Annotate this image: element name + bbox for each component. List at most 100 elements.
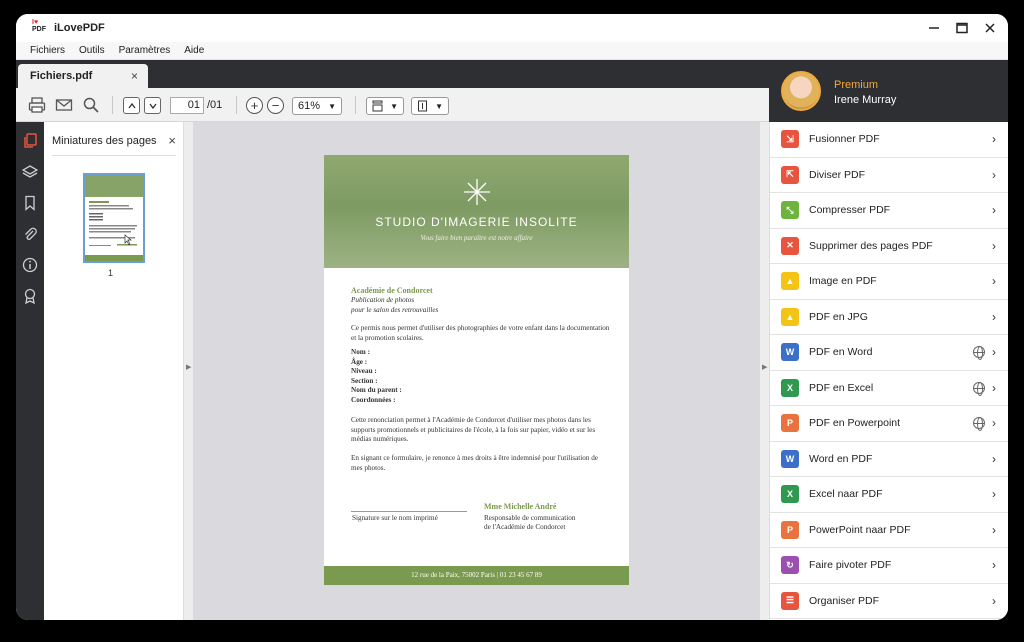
tool-label: Organiser PDF xyxy=(809,594,880,607)
next-page-button[interactable] xyxy=(144,97,161,114)
tool-label: Diviser PDF xyxy=(809,168,866,181)
tool-item[interactable]: P PowerPoint naar PDF › xyxy=(770,513,1008,548)
chevron-right-icon: › xyxy=(992,558,996,573)
chevron-right-icon: › xyxy=(992,203,996,218)
chevron-right-icon: › xyxy=(992,238,996,253)
tool-icon: ⇲ xyxy=(781,130,799,149)
print-button[interactable] xyxy=(28,96,46,114)
tool-label: PDF en Powerpoint xyxy=(809,417,901,430)
chevron-right-icon: › xyxy=(992,451,996,466)
tool-icon: ↻ xyxy=(781,556,799,575)
tool-item[interactable]: ▲ Image en PDF › xyxy=(770,264,1008,300)
tool-item[interactable]: X PDF en Excel › xyxy=(770,371,1008,406)
tool-item[interactable]: ☰ Organiser PDF › xyxy=(770,584,1008,619)
menu-parametres[interactable]: Paramètres xyxy=(119,45,171,56)
chevron-up-icon xyxy=(127,102,136,108)
tool-item[interactable]: W PDF en Word › xyxy=(770,335,1008,371)
menu-fichiers[interactable]: Fichiers xyxy=(30,45,65,56)
tab-close-button[interactable]: × xyxy=(131,69,138,83)
tool-item[interactable]: ↻ Faire pivoter PDF › xyxy=(770,548,1008,584)
search-icon xyxy=(83,97,99,113)
bookmark-icon xyxy=(25,195,35,211)
tool-label: PDF en Excel xyxy=(809,381,874,394)
title-bar: I♥ PDF iLovePDF xyxy=(16,14,1008,42)
user-header: Premium Irene Murray xyxy=(769,60,1008,122)
tool-label: Image en PDF xyxy=(809,275,877,288)
page-number-input[interactable]: 01 xyxy=(170,97,204,114)
tool-label: Fusionner PDF xyxy=(809,133,880,146)
document-field: Coordonnées : xyxy=(351,396,396,404)
previous-page-button[interactable] xyxy=(123,97,140,114)
certificate-panel-button[interactable] xyxy=(21,287,39,305)
pages-panel-button[interactable] xyxy=(21,132,39,150)
page-layout-select[interactable]: ▼ xyxy=(366,97,404,115)
tool-icon: W xyxy=(781,449,799,468)
close-window-button[interactable] xyxy=(982,18,998,38)
tool-label: PowerPoint naar PDF xyxy=(809,523,911,536)
document-viewer[interactable]: STUDIO D'IMAGERIE INSOLITE Vous faire bi… xyxy=(193,122,760,620)
tool-icon: P xyxy=(781,520,799,539)
caret-down-icon: ▼ xyxy=(328,101,336,111)
paperclip-icon xyxy=(25,227,37,240)
app-title: iLovePDF xyxy=(54,22,105,34)
page-total: /01 xyxy=(207,99,223,111)
window-controls xyxy=(926,18,998,38)
attachments-panel-button[interactable] xyxy=(21,225,39,243)
tool-label: PDF en JPG xyxy=(809,310,868,323)
search-button[interactable] xyxy=(82,96,100,114)
signature-line xyxy=(351,511,467,512)
tool-item[interactable]: W Word en PDF › xyxy=(770,442,1008,477)
maximize-icon xyxy=(956,22,968,34)
app-window: I♥ PDF iLovePDF Fichiers Outils Paramètr… xyxy=(16,14,1008,620)
plus-icon: + xyxy=(250,98,259,113)
tool-label: Compresser PDF xyxy=(809,204,891,217)
document-page: STUDIO D'IMAGERIE INSOLITE Vous faire bi… xyxy=(324,155,629,585)
page-thumbnail[interactable] xyxy=(83,173,145,263)
tool-icon: W xyxy=(781,343,799,362)
toolbar-separator xyxy=(355,96,356,114)
chevron-right-icon: › xyxy=(992,132,996,147)
tool-item[interactable]: P PDF en Powerpoint › xyxy=(770,406,1008,442)
avatar[interactable] xyxy=(781,71,821,111)
document-field: Nom : xyxy=(351,348,370,356)
zoom-in-button[interactable]: + xyxy=(246,97,263,114)
layers-panel-button[interactable] xyxy=(21,163,39,181)
document-field: Nom du parent : xyxy=(351,386,402,394)
chevron-right-icon: › xyxy=(992,345,996,360)
globe-icon xyxy=(973,417,985,432)
chevron-right-icon: › xyxy=(992,487,996,502)
chevron-right-icon: › xyxy=(992,380,996,395)
document-subtitle: pour le salon des retrouvailles xyxy=(351,306,439,314)
thumbnail-preview xyxy=(85,175,143,261)
tool-label: Excel naar PDF xyxy=(809,488,883,501)
menu-aide[interactable]: Aide xyxy=(184,45,204,56)
tool-item[interactable]: X Excel naar PDF › xyxy=(770,477,1008,513)
signer-name: Mme Michelle André xyxy=(484,502,557,511)
thumbnails-close-button[interactable]: × xyxy=(168,133,176,148)
page-fit-select[interactable]: ▼ xyxy=(411,97,449,115)
email-button[interactable] xyxy=(55,96,73,114)
bookmarks-panel-button[interactable] xyxy=(21,194,39,212)
menu-bar: Fichiers Outils Paramètres Aide xyxy=(16,42,1008,60)
tool-icon: P xyxy=(781,414,799,433)
tool-icon: X xyxy=(781,378,799,397)
thumbnails-header: Miniatures des pages × xyxy=(52,132,176,156)
tool-item[interactable]: ✕ Supprimer des pages PDF › xyxy=(770,229,1008,264)
menu-outils[interactable]: Outils xyxy=(79,45,105,56)
tool-icon: ⇱ xyxy=(781,165,799,184)
maximize-button[interactable] xyxy=(954,18,970,38)
left-splitter[interactable]: ▶ xyxy=(184,122,193,620)
tool-item[interactable]: ⤡ Compresser PDF › xyxy=(770,193,1008,229)
tool-item[interactable]: ⇱ Diviser PDF › xyxy=(770,158,1008,193)
zoom-out-button[interactable]: − xyxy=(267,97,284,114)
info-panel-button[interactable] xyxy=(21,256,39,274)
zoom-select[interactable]: 61% ▼ xyxy=(292,97,342,115)
tools-panel: ⇲ Fusionner PDF › ⇱ Diviser PDF › ⤡ Compresser … xyxy=(769,122,1008,620)
zoom-value: 61% xyxy=(298,100,321,112)
tool-item[interactable]: ⇲ Fusionner PDF › xyxy=(770,122,1008,158)
tool-item[interactable]: ▲ PDF en JPG › xyxy=(770,300,1008,335)
right-splitter[interactable]: ▶ xyxy=(760,122,769,620)
tab-document[interactable]: Fichiers.pdf × xyxy=(18,64,148,88)
fit-page-icon xyxy=(418,100,427,112)
minimize-button[interactable] xyxy=(926,18,942,38)
